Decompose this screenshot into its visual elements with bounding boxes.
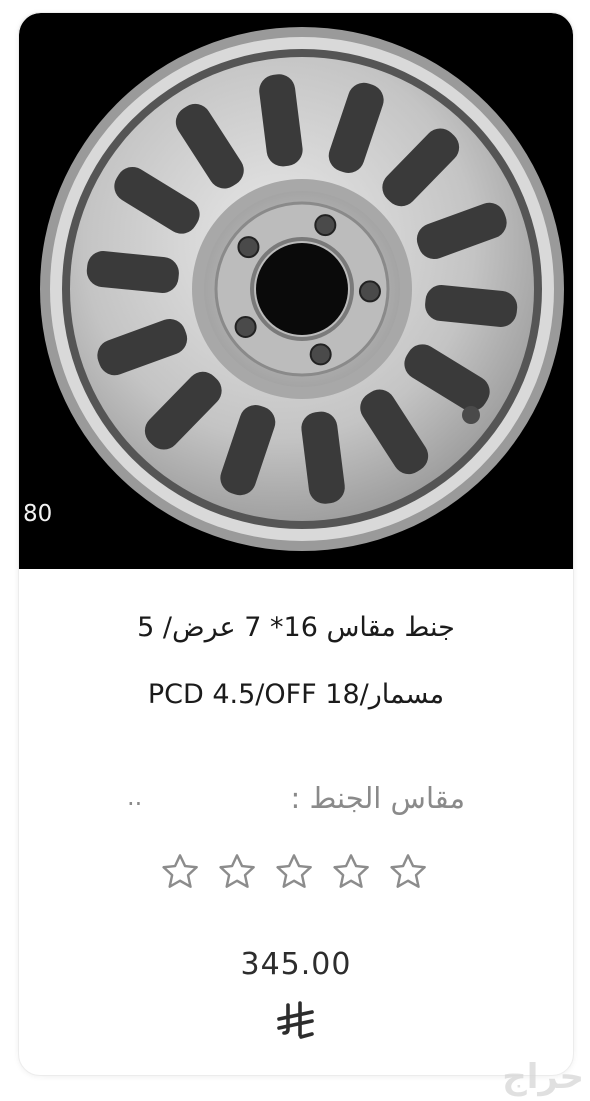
rating-stars[interactable] [159,851,429,895]
lug-hole [358,280,381,303]
lug-hole [237,236,260,259]
lug-hole [309,343,332,366]
star-icon[interactable] [273,851,315,893]
lug-hole [314,214,337,237]
image-code-label: 80 [23,501,53,527]
rim-size-value: .. [127,783,143,811]
product-card[interactable]: 80 جنط مقاس 16* 7 عرض/ 5 مسمار/PCD 4.5/O… [18,12,574,1076]
star-icon[interactable] [159,851,201,893]
lug-hole [234,315,257,338]
saudi-riyal-symbol-icon [277,1001,314,1039]
rim-size-label: مقاس الجنط : [290,781,465,815]
product-photo[interactable]: 80 [19,13,573,569]
product-price: 345.00 [240,947,352,982]
star-icon[interactable] [387,851,429,893]
star-icon[interactable] [216,851,258,893]
haraj-watermark: حراج [502,1057,584,1097]
product-title-line-1[interactable]: جنط مقاس 16* 7 عرض/ 5 [59,612,533,643]
wheel-rim-image [40,27,564,551]
star-icon[interactable] [330,851,372,893]
product-title-line-2[interactable]: مسمار/PCD 4.5/OFF 18 [59,679,533,710]
